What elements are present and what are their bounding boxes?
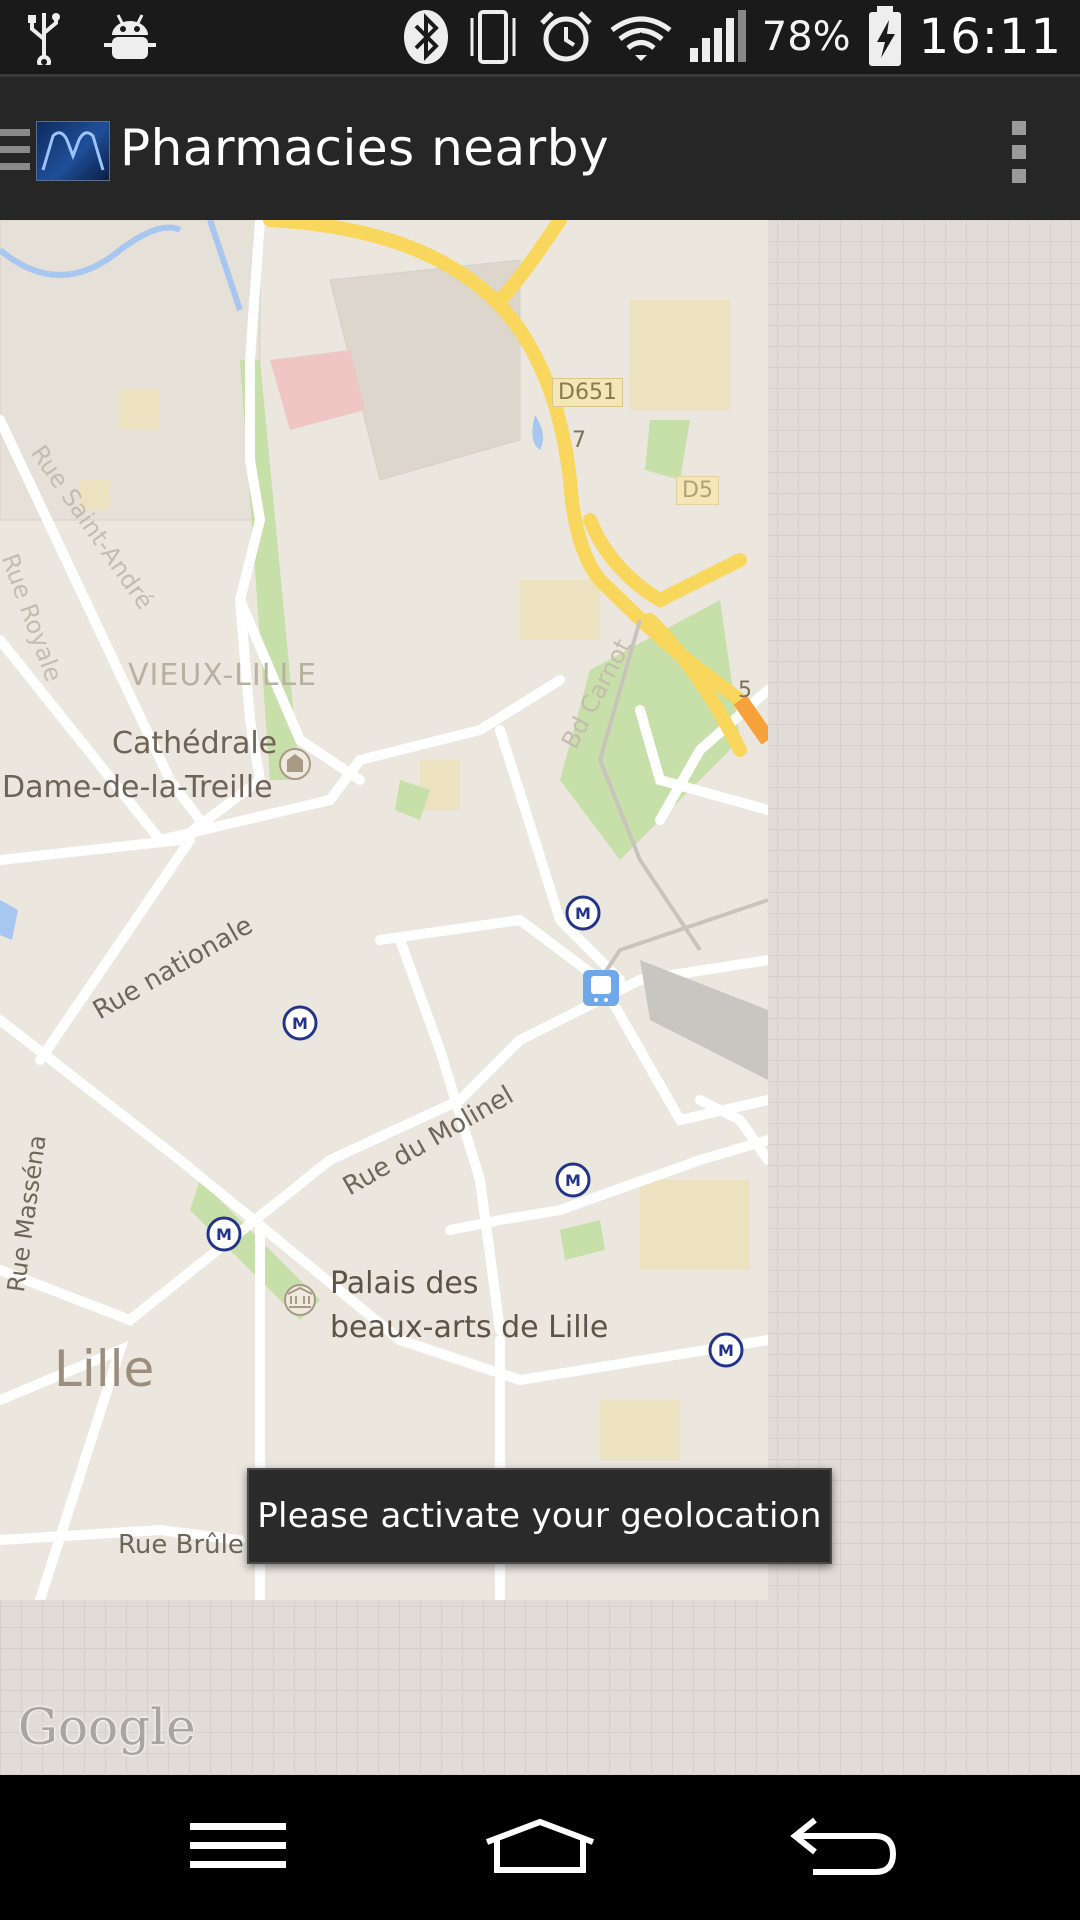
google-attribution: Google — [18, 1698, 196, 1756]
map-label-lille: Lille — [54, 1340, 155, 1398]
drawer-icon[interactable] — [0, 129, 30, 175]
geolocation-toast: Please activate your geolocation — [247, 1468, 832, 1564]
map-label-rue-brule: Rue Brûle — [118, 1530, 244, 1560]
road-shield-d5: D5 — [676, 476, 719, 505]
back-button[interactable] — [744, 1775, 944, 1920]
action-bar: Pharmacies nearby — [0, 74, 1080, 220]
android-debug-icon — [102, 11, 158, 63]
menu-icon — [190, 1821, 286, 1875]
map-label-palais: Palais des — [330, 1266, 479, 1301]
page-title: Pharmacies nearby — [120, 119, 610, 177]
svg-text:M: M — [565, 1171, 581, 1190]
exit-label-5: 5 — [738, 678, 752, 703]
alarm-icon — [538, 9, 594, 65]
train-station-icon — [583, 970, 619, 1006]
svg-text:M: M — [575, 904, 591, 923]
svg-text:M: M — [216, 1225, 232, 1244]
svg-text:M: M — [718, 1341, 734, 1360]
metro-stop-icon: M — [555, 1162, 591, 1198]
vibrate-icon — [466, 8, 522, 66]
overflow-menu-icon[interactable] — [1012, 121, 1026, 183]
signal-icon — [688, 10, 746, 64]
home-button[interactable] — [440, 1775, 640, 1920]
map-label-dame-de-la-treille: Dame-de-la-Treille — [2, 770, 273, 805]
wifi-icon — [610, 12, 672, 62]
battery-percent: 78% — [761, 14, 851, 60]
cathedral-icon — [279, 748, 311, 780]
museum-icon — [284, 1284, 316, 1316]
bluetooth-icon — [402, 8, 450, 66]
map-label-cathedrale: Cathédrale — [112, 726, 278, 761]
map-label-beaux-arts: beaux-arts de Lille — [330, 1310, 609, 1345]
home-icon — [483, 1818, 597, 1878]
status-bar: 78% 16:11 — [0, 0, 1080, 74]
road-shield-d651: D651 — [552, 378, 623, 407]
metro-stop-icon: M — [708, 1332, 744, 1368]
app-logo[interactable] — [36, 121, 110, 181]
back-icon — [789, 1816, 899, 1880]
exit-label-7: 7 — [572, 428, 586, 453]
battery-charging-icon — [867, 6, 903, 68]
usb-icon — [24, 9, 64, 65]
metro-stop-icon: M — [206, 1216, 242, 1252]
map-label-vieux-lille: VIEUX-LILLE — [128, 658, 318, 693]
metro-stop-icon: M — [565, 895, 601, 931]
clock: 16:11 — [918, 9, 1062, 65]
svg-text:M: M — [292, 1014, 308, 1033]
navigation-bar — [0, 1775, 1080, 1920]
menu-button[interactable] — [138, 1775, 338, 1920]
toast-message: Please activate your geolocation — [257, 1496, 822, 1536]
metro-stop-icon: M — [282, 1005, 318, 1041]
